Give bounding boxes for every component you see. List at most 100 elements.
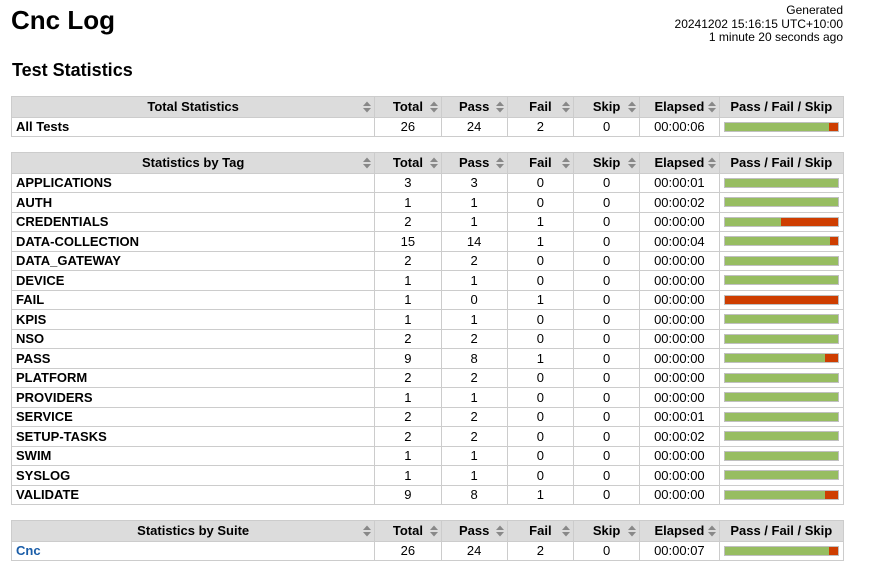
- stat-pass: 2: [440, 367, 508, 388]
- section-title: Test Statistics: [12, 60, 133, 80]
- stat-total: 15: [374, 231, 442, 252]
- stat-skip: 0: [572, 348, 641, 369]
- stat-graph: [718, 328, 845, 349]
- stat-fail: 0: [506, 309, 575, 330]
- stat-graph: [718, 540, 845, 561]
- sort-icon: [495, 525, 504, 537]
- stat-row[interactable]: DATA_GATEWAY 2 2 0 0 00:00:00: [10, 250, 845, 271]
- stat-skip: 0: [572, 270, 641, 291]
- stat-pass: 24: [440, 116, 508, 137]
- column-header-graph: Pass / Fail / Skip: [718, 152, 845, 174]
- stat-fail: 0: [506, 465, 575, 486]
- pass-fail-skip-bar: [723, 450, 839, 461]
- stat-row[interactable]: AUTH 1 1 0 0 00:00:02: [10, 192, 845, 213]
- sort-icon: [707, 157, 716, 169]
- pass-segment: [724, 546, 830, 555]
- stat-row[interactable]: All Tests 26 24 2 0 00:00:06: [10, 116, 845, 137]
- stat-skip: 0: [572, 540, 641, 561]
- stat-name: DATA-COLLECTION: [10, 231, 376, 252]
- stat-pass: 3: [440, 172, 508, 193]
- suite-link[interactable]: Cnc: [16, 543, 41, 558]
- stat-skip: 0: [572, 465, 641, 486]
- total-statistics-table: Total Statistics Total Pass Fail Skip Elapsed…: [10, 96, 845, 137]
- stat-row[interactable]: VALIDATE 9 8 1 0 00:00:00: [10, 484, 845, 505]
- pass-fail-skip-bar: [723, 431, 839, 442]
- stat-elapsed: 00:00:00: [639, 211, 720, 232]
- stat-name[interactable]: Cnc: [10, 540, 376, 561]
- stat-name: All Tests: [10, 116, 376, 137]
- stat-pass: 0: [440, 289, 508, 310]
- stat-fail: 1: [506, 211, 575, 232]
- stat-row[interactable]: DATA-COLLECTION 15 14 1 0 00:00:04: [10, 231, 845, 252]
- stat-row[interactable]: SWIM 1 1 0 0 00:00:00: [10, 445, 845, 466]
- column-header-fail[interactable]: Fail: [506, 152, 575, 174]
- column-header-total[interactable]: Total: [374, 152, 442, 174]
- column-header-elapsed[interactable]: Elapsed: [639, 520, 720, 542]
- column-header-elapsed[interactable]: Elapsed: [639, 96, 720, 118]
- stat-fail: 2: [506, 540, 575, 561]
- column-header-pass[interactable]: Pass: [440, 520, 508, 542]
- stat-pass: 1: [440, 309, 508, 330]
- stat-elapsed: 00:00:00: [639, 465, 720, 486]
- column-header-name[interactable]: Total Statistics: [10, 96, 376, 118]
- generated-label: Generated: [786, 3, 843, 17]
- column-header-skip[interactable]: Skip: [572, 152, 641, 174]
- stat-name: FAIL: [10, 289, 376, 310]
- stat-skip: 0: [572, 406, 641, 427]
- pass-fail-skip-bar: [723, 392, 839, 403]
- stat-row[interactable]: FAIL 1 0 1 0 00:00:00: [10, 289, 845, 310]
- stat-row[interactable]: PLATFORM 2 2 0 0 00:00:00: [10, 367, 845, 388]
- stat-row[interactable]: SYSLOG 1 1 0 0 00:00:00: [10, 465, 845, 486]
- column-header-total[interactable]: Total: [374, 96, 442, 118]
- stat-row[interactable]: DEVICE 1 1 0 0 00:00:00: [10, 270, 845, 291]
- page-title: Cnc Log: [11, 5, 115, 35]
- stat-row[interactable]: PASS 9 8 1 0 00:00:00: [10, 348, 845, 369]
- column-header-elapsed[interactable]: Elapsed: [639, 152, 720, 174]
- column-header-fail[interactable]: Fail: [506, 96, 575, 118]
- stat-elapsed: 00:00:00: [639, 328, 720, 349]
- stat-graph: [718, 367, 845, 388]
- column-header-total[interactable]: Total: [374, 520, 442, 542]
- sort-icon: [628, 525, 637, 537]
- stat-fail: 0: [506, 406, 575, 427]
- column-header-skip[interactable]: Skip: [572, 520, 641, 542]
- pass-fail-skip-bar: [723, 236, 839, 247]
- sort-icon: [562, 101, 570, 113]
- stat-total: 1: [374, 465, 442, 486]
- stat-total: 1: [374, 289, 442, 310]
- column-header-name[interactable]: Statistics by Tag: [10, 152, 376, 174]
- fail-segment: [830, 237, 838, 246]
- fail-segment: [829, 122, 838, 131]
- stat-fail: 0: [506, 367, 575, 388]
- column-header-name[interactable]: Statistics by Suite: [10, 520, 376, 542]
- stat-skip: 0: [572, 231, 641, 252]
- stat-row[interactable]: SERVICE 2 2 0 0 00:00:01: [10, 406, 845, 427]
- stat-skip: 0: [572, 172, 641, 193]
- stat-graph: [718, 289, 845, 310]
- stat-name: CREDENTIALS: [10, 211, 376, 232]
- stat-fail: 0: [506, 328, 575, 349]
- stat-fail: 0: [506, 250, 575, 271]
- stat-row[interactable]: APPLICATIONS 3 3 0 0 00:00:01: [10, 172, 845, 193]
- pass-fail-skip-bar: [723, 470, 839, 481]
- stat-row[interactable]: Cnc 26 24 2 0 00:00:07: [10, 540, 845, 561]
- stat-graph: [718, 348, 845, 369]
- stat-elapsed: 00:00:00: [639, 309, 720, 330]
- column-header-pass[interactable]: Pass: [440, 96, 508, 118]
- stat-name: SERVICE: [10, 406, 376, 427]
- stat-row[interactable]: SETUP-TASKS 2 2 0 0 00:00:02: [10, 426, 845, 447]
- stat-graph: [718, 426, 845, 447]
- column-header-fail[interactable]: Fail: [506, 520, 575, 542]
- stat-row[interactable]: CREDENTIALS 2 1 1 0 00:00:00: [10, 211, 845, 232]
- stat-pass: 2: [440, 426, 508, 447]
- column-header-pass[interactable]: Pass: [440, 152, 508, 174]
- stat-row[interactable]: NSO 2 2 0 0 00:00:00: [10, 328, 845, 349]
- stat-row[interactable]: KPIS 1 1 0 0 00:00:00: [10, 309, 845, 330]
- stat-fail: 1: [506, 348, 575, 369]
- stat-row[interactable]: PROVIDERS 1 1 0 0 00:00:00: [10, 387, 845, 408]
- column-header-skip[interactable]: Skip: [572, 96, 641, 118]
- pass-fail-skip-bar: [723, 411, 839, 422]
- stat-skip: 0: [572, 116, 641, 137]
- pass-segment: [724, 256, 838, 265]
- stat-name: AUTH: [10, 192, 376, 213]
